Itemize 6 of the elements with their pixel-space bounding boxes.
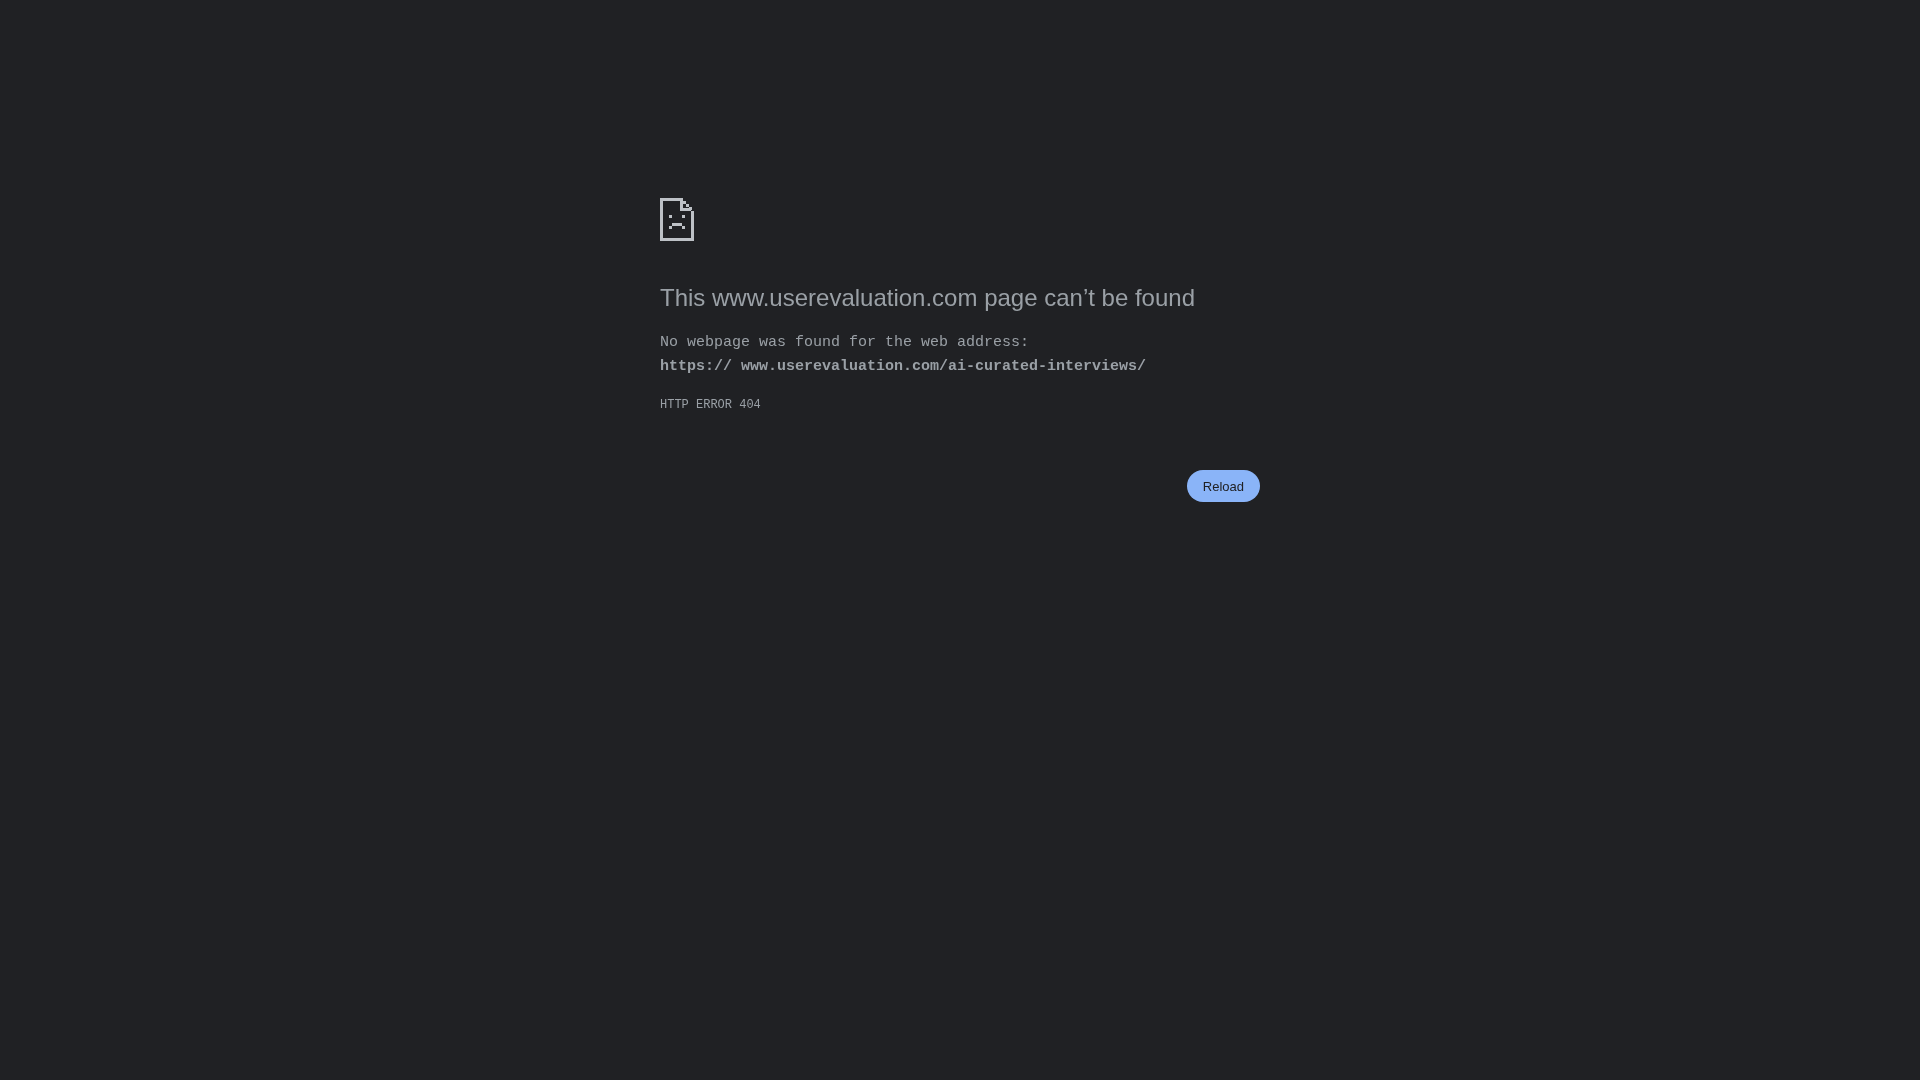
reload-button[interactable]: Reload [1186, 470, 1260, 502]
web-address: https:// www.userevaluation.com/ai-curated-interviews/ [660, 357, 1148, 377]
sad-document-icon [660, 198, 694, 241]
error-code: HTTP ERROR 404 [660, 397, 762, 413]
error-description: No webpage was found for the web address: [660, 333, 1031, 353]
error-title: This www.userevaluation.com page can’t be found [660, 283, 1196, 313]
